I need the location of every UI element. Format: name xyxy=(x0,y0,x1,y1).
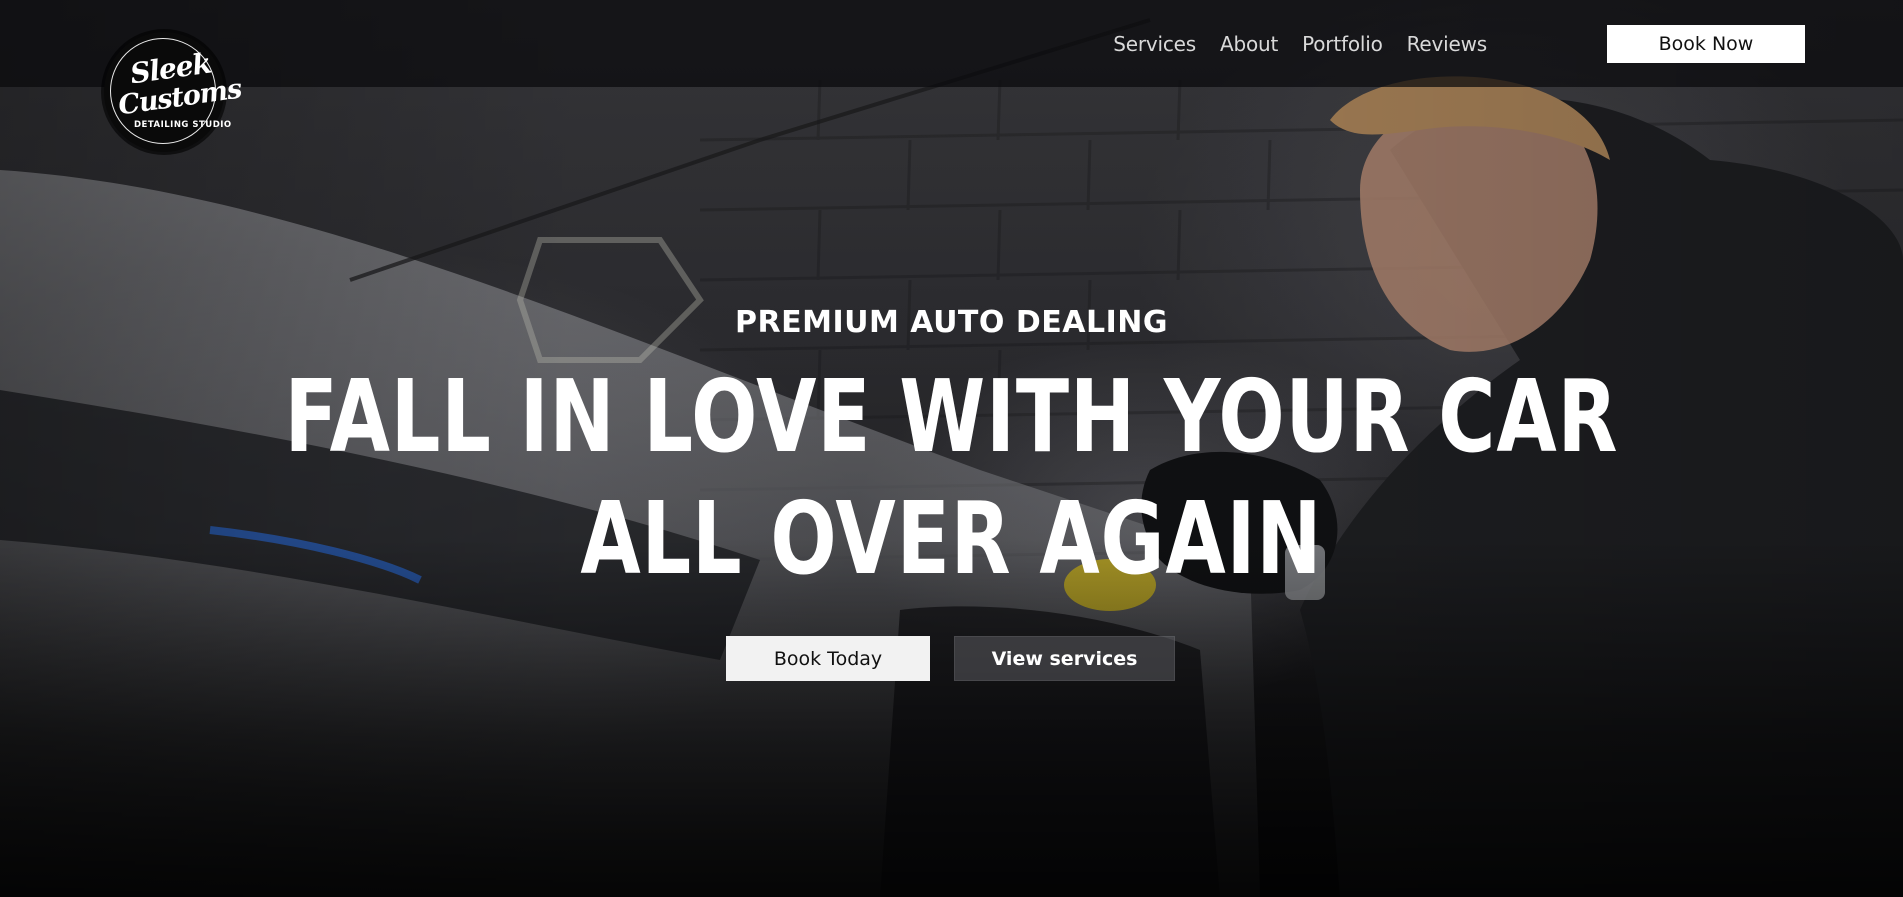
hero-eyebrow: PREMIUM AUTO DEALING xyxy=(735,305,1168,340)
book-now-button[interactable]: Book Now xyxy=(1607,25,1805,63)
logo-tagline: DETAILING STUDIO xyxy=(134,120,232,130)
main-nav: Services About Portfolio Reviews xyxy=(1113,24,1487,64)
nav-link-services[interactable]: Services xyxy=(1113,32,1196,56)
nav-link-reviews[interactable]: Reviews xyxy=(1407,32,1488,56)
hero-headline-line-2: ALL OVER AGAIN xyxy=(580,480,1323,597)
sleek-customs-logo[interactable]: Sleek Customs DETAILING STUDIO xyxy=(104,32,243,152)
hero-headline-line-1: FALL IN LOVE WITH YOUR CAR xyxy=(284,358,1619,475)
nav-link-portfolio[interactable]: Portfolio xyxy=(1302,32,1383,56)
nav-link-about[interactable]: About xyxy=(1220,32,1278,56)
book-today-button[interactable]: Book Today xyxy=(726,636,930,681)
hero-section: Sleek Customs DETAILING STUDIO Services … xyxy=(0,0,1903,897)
hero-headline: FALL IN LOVE WITH YOUR CAR ALL OVER AGAI… xyxy=(209,356,1693,600)
view-services-button[interactable]: View services xyxy=(954,636,1175,681)
